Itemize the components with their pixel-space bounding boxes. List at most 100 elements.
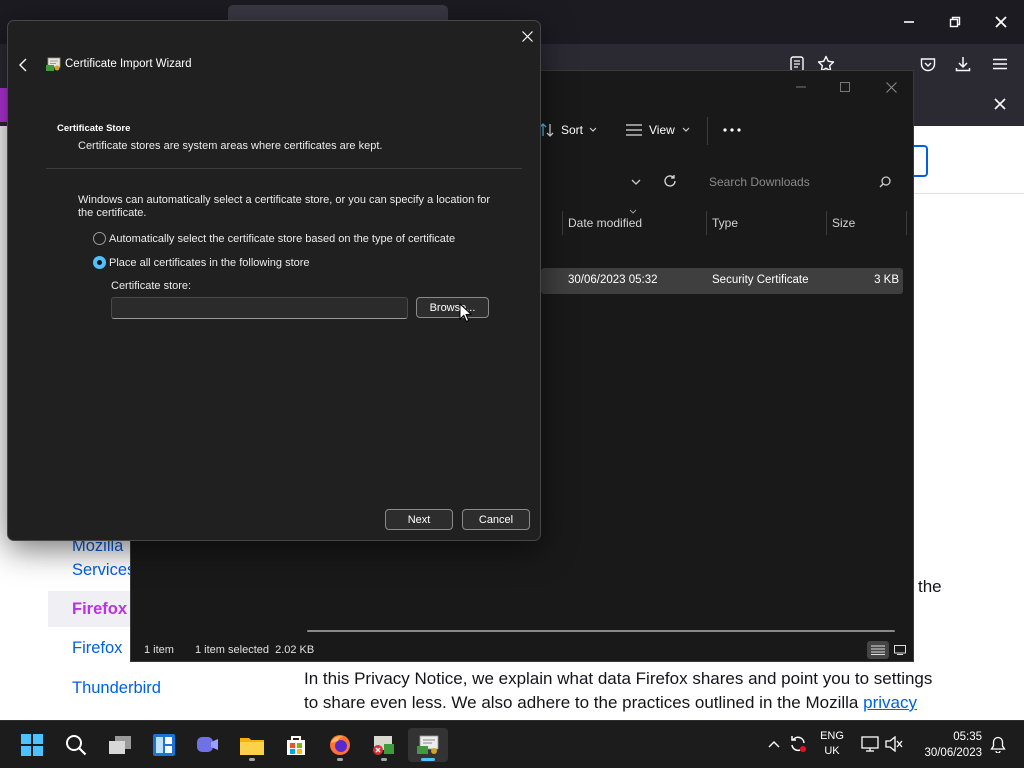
sidebar-link-services[interactable]: Services <box>72 561 135 580</box>
running-indicator <box>249 758 255 761</box>
intro-text-line2: the certificate. <box>78 207 147 219</box>
option-auto-select[interactable]: Automatically select the certificate sto… <box>93 232 455 245</box>
widgets-icon <box>153 734 175 756</box>
next-button[interactable]: Next <box>385 509 453 530</box>
chat-button[interactable] <box>188 728 228 762</box>
more-options-button[interactable] <box>719 119 745 141</box>
certificate-store-field[interactable] <box>111 297 408 319</box>
start-button[interactable] <box>12 728 52 762</box>
horizontal-scrollbar[interactable] <box>307 630 895 632</box>
file-explorer-icon <box>240 738 264 755</box>
sync-icon <box>791 736 806 752</box>
task-view-icon <box>109 736 131 754</box>
refresh-icon <box>664 175 676 187</box>
view-list-icon <box>626 124 642 136</box>
search-placeholder: Search Downloads <box>709 175 810 189</box>
file-type: Security Certificate <box>712 274 809 286</box>
certificate-wizard-icon <box>417 735 439 754</box>
intro-text-line1: Windows can automatically select a certi… <box>78 194 491 206</box>
header-divider <box>46 168 522 169</box>
refresh-button[interactable] <box>661 172 679 190</box>
running-indicator <box>381 758 387 761</box>
task-view-button[interactable] <box>100 728 140 762</box>
chevron-down-icon <box>589 127 597 132</box>
explorer-search-field[interactable]: Search Downloads <box>697 167 901 197</box>
sync-tray-button[interactable] <box>787 733 809 755</box>
sidebar-link-firefox-active[interactable]: Firefox <box>72 600 127 619</box>
column-separator <box>706 211 707 235</box>
downloads-button[interactable] <box>946 47 980 81</box>
sidebar-link-firefox[interactable]: Firefox <box>72 639 122 658</box>
chevron-down-icon <box>682 127 690 132</box>
sidebar-link-thunderbird[interactable]: Thunderbird <box>72 679 161 698</box>
restore-button[interactable] <box>932 0 978 44</box>
sort-label: Sort <box>561 123 584 137</box>
section-description: Certificate stores are system areas wher… <box>78 140 383 152</box>
column-header-size[interactable]: Size <box>832 211 855 235</box>
radio-manual-selected[interactable] <box>93 256 106 269</box>
taskbar-search-button[interactable] <box>56 728 96 762</box>
browser-close-button[interactable] <box>978 0 1024 44</box>
app-menu-button[interactable] <box>983 47 1017 81</box>
minimize-icon <box>796 86 806 88</box>
privacy-link[interactable]: privacy <box>863 693 917 712</box>
browse-button[interactable]: Browse... <box>416 297 489 318</box>
chat-icon <box>197 737 218 752</box>
explorer-maximize-button[interactable] <box>825 73 865 101</box>
store-button[interactable] <box>276 728 316 762</box>
option-place-in-store[interactable]: Place all certificates in the following … <box>93 256 310 269</box>
explorer-minimize-button[interactable] <box>781 73 821 101</box>
running-indicator <box>337 758 343 761</box>
network-tray-button[interactable] <box>860 735 880 753</box>
restore-icon <box>949 16 961 28</box>
store-icon <box>287 736 305 755</box>
column-header-date[interactable]: Date modified <box>568 211 642 235</box>
menu-icon <box>993 58 1007 70</box>
file-explorer-button[interactable] <box>232 728 272 762</box>
option-auto-label: Automatically select the certificate sto… <box>109 232 456 245</box>
status-item-count: 1 item <box>144 644 174 656</box>
view-button[interactable]: View <box>626 119 696 141</box>
search-icon <box>66 735 87 756</box>
section-title: Certificate Store <box>57 123 131 134</box>
network-icon <box>861 736 879 752</box>
details-view-button[interactable] <box>867 641 889 659</box>
close-icon <box>994 98 1006 110</box>
privacy-paragraph-line1: In this Privacy Notice, we explain what … <box>304 669 933 688</box>
dialog-close-button[interactable] <box>516 25 538 47</box>
show-hidden-icons-button[interactable] <box>764 734 784 754</box>
notification-center-button[interactable] <box>988 735 1008 753</box>
minimize-icon <box>904 21 914 23</box>
minimize-button[interactable] <box>886 0 932 44</box>
clock-time: 05:35 <box>953 731 982 743</box>
volume-tray-button[interactable] <box>884 735 904 753</box>
widgets-button[interactable] <box>144 728 184 762</box>
clock[interactable]: 05:35 30/06/2023 <box>912 729 982 761</box>
file-date-modified: 30/06/2023 05:32 <box>568 274 658 286</box>
cancel-button[interactable]: Cancel <box>462 509 530 530</box>
app-button[interactable] <box>364 728 404 762</box>
pocket-button[interactable] <box>911 47 945 81</box>
sort-button[interactable]: Sort <box>539 119 609 141</box>
firefox-accent-strip <box>0 88 7 122</box>
option-manual-label: Place all certificates in the following … <box>109 256 310 269</box>
firefox-button[interactable] <box>320 728 360 762</box>
start-icon <box>21 734 43 756</box>
thumbnail-view-icon <box>894 645 906 655</box>
notification-bell-icon <box>990 736 1006 753</box>
notification-close-button[interactable] <box>983 87 1017 121</box>
more-dots-icon <box>723 128 741 132</box>
privacy-paragraph-line2: to share even less. We also adhere to th… <box>304 691 1004 714</box>
radio-auto[interactable] <box>93 232 106 245</box>
back-button[interactable] <box>14 55 32 75</box>
large-icons-view-button[interactable] <box>891 641 909 659</box>
column-header-type[interactable]: Type <box>712 211 738 235</box>
sort-icon <box>539 123 554 137</box>
address-dropdown-button[interactable] <box>627 173 645 191</box>
explorer-close-button[interactable] <box>871 73 911 101</box>
close-icon <box>885 81 897 93</box>
certificate-wizard-button[interactable] <box>408 728 448 762</box>
paragraph-text: to share even less. We also adhere to th… <box>304 693 864 712</box>
input-language[interactable]: ENG UK <box>812 729 852 759</box>
search-icon <box>879 176 891 188</box>
